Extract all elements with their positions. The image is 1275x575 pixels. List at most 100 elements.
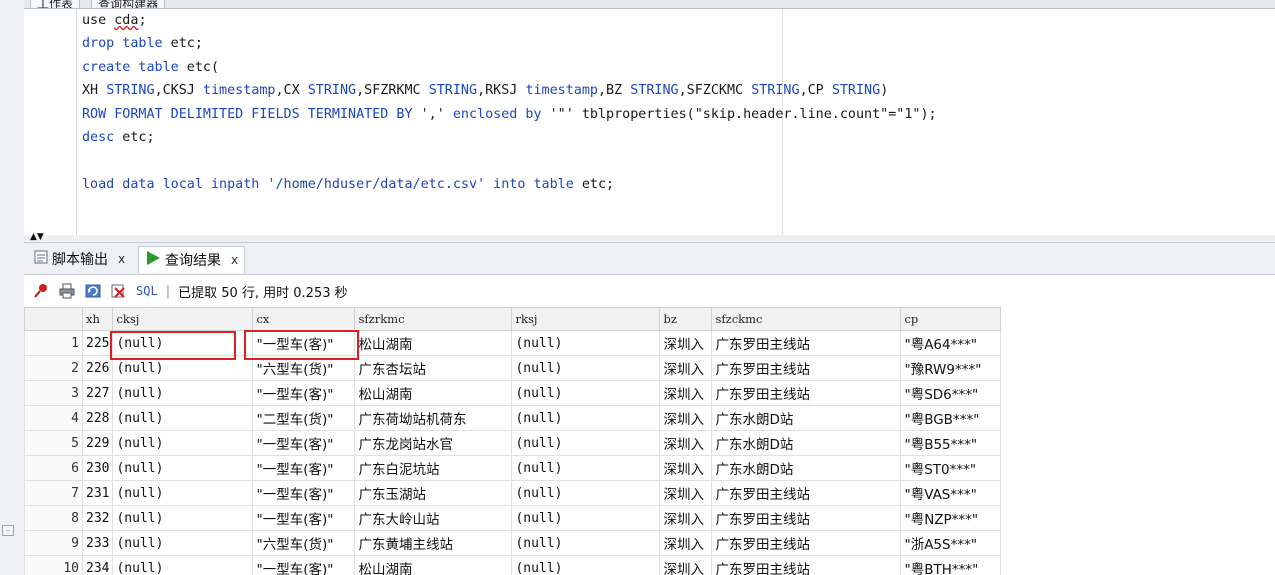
grid-cell-sfzrkmc[interactable]: 广东玉湖站: [354, 480, 513, 506]
grid-cell-cx[interactable]: "一型车(客)": [252, 455, 356, 481]
grid-cell-sfzrkmc[interactable]: 广东大岭山站: [354, 505, 513, 531]
grid-cell-sfzckmc[interactable]: 广东罗田主线站: [711, 505, 902, 531]
grid-cell-cp[interactable]: "粤NZP***": [900, 505, 1002, 531]
grid-cell-bz[interactable]: 深圳入: [659, 505, 713, 531]
export-icon[interactable]: [110, 282, 128, 300]
grid-cell-cx[interactable]: "一型车(客)": [252, 505, 356, 531]
grid-cell-cksj[interactable]: (null): [112, 505, 254, 531]
sql-code[interactable]: use cda; drop table etc; create table etc(…: [82, 9, 937, 196]
table-row[interactable]: 7 231 (null) "一型车(客)" 广东玉湖站 (null) 深圳入 广东罗田主线站 "…: [24, 480, 1002, 506]
grid-cell-cp[interactable]: "粤A64***": [900, 330, 1002, 356]
table-row[interactable]: 5 229 (null) "一型车(客)" 广东龙岗站水官 (null) 深圳入 广东水朗D站…: [24, 430, 1002, 456]
column-header-sfzckmc[interactable]: sfzckmc: [711, 307, 902, 331]
grid-cell-xh[interactable]: 226: [81, 355, 114, 381]
grid-cell-cx[interactable]: "一型车(客)": [252, 430, 356, 456]
table-row[interactable]: 8 232 (null) "一型车(客)" 广东大岭山站 (null) 深圳入 广东罗田主线站…: [24, 505, 1002, 531]
table-row[interactable]: 4 228 (null) "二型车(货)" 广东荷坳站机荷东 (null) 深圳入 广东水朗D…: [24, 405, 1002, 431]
grid-cell-cksj[interactable]: (null): [112, 455, 254, 481]
table-row[interactable]: 1 225 (null) "一型车(客)" 松山湖南 (null) 深圳入 广东罗田主线站 "粤…: [24, 330, 1002, 356]
grid-cell-rksj[interactable]: (null): [511, 555, 661, 575]
pane-splitter[interactable]: ▲▼: [24, 233, 1275, 243]
tab-worksheet[interactable]: 工作表: [30, 0, 81, 8]
grid-cell-bz[interactable]: 深圳入: [659, 380, 713, 406]
grid-cell-xh[interactable]: 225: [81, 330, 114, 356]
grid-cell-xh[interactable]: 233: [81, 530, 114, 556]
grid-cell-cx[interactable]: "一型车(客)": [252, 480, 356, 506]
grid-cell-sfzrkmc[interactable]: 松山湖南: [354, 380, 513, 406]
tab-query-builder[interactable]: 查询构建器: [91, 0, 166, 8]
grid-cell-cx[interactable]: "六型车(货)": [252, 530, 356, 556]
grid-cell-sfzrkmc[interactable]: 广东黄埔主线站: [354, 530, 513, 556]
grid-cell-bz[interactable]: 深圳入: [659, 530, 713, 556]
print-icon[interactable]: [58, 282, 76, 300]
grid-cell-sfzckmc[interactable]: 广东罗田主线站: [711, 530, 902, 556]
grid-cell-sfzckmc[interactable]: 广东罗田主线站: [711, 380, 902, 406]
grid-cell-rksj[interactable]: (null): [511, 330, 661, 356]
grid-cell-cksj[interactable]: (null): [112, 480, 254, 506]
row-number-cell[interactable]: 2: [24, 355, 83, 381]
grid-cell-cp[interactable]: "粤VAS***": [900, 480, 1002, 506]
grid-cell-rksj[interactable]: (null): [511, 530, 661, 556]
grid-cell-sfzckmc[interactable]: 广东水朗D站: [711, 455, 902, 481]
grid-cell-cp[interactable]: "粤SD6***": [900, 380, 1002, 406]
grid-cell-cp[interactable]: "粤BGB***": [900, 405, 1002, 431]
column-header-cx[interactable]: cx: [252, 307, 356, 331]
grid-cell-sfzrkmc[interactable]: 广东龙岗站水官: [354, 430, 513, 456]
grid-cell-cksj[interactable]: (null): [112, 555, 254, 575]
grid-cell-rksj[interactable]: (null): [511, 480, 661, 506]
grid-cell-bz[interactable]: 深圳入: [659, 430, 713, 456]
grid-cell-xh[interactable]: 232: [81, 505, 114, 531]
grid-cell-sfzrkmc[interactable]: 松山湖南: [354, 555, 513, 575]
grid-cell-bz[interactable]: 深圳入: [659, 405, 713, 431]
grid-cell-cx[interactable]: "一型车(客)": [252, 380, 356, 406]
row-number-cell[interactable]: 4: [24, 405, 83, 431]
grid-cell-sfzckmc[interactable]: 广东罗田主线站: [711, 555, 902, 575]
collapse-arrows-icon[interactable]: ▲▼: [30, 233, 44, 242]
grid-cell-cp[interactable]: "粤B55***": [900, 430, 1002, 456]
column-header-bz[interactable]: bz: [659, 307, 713, 331]
grid-cell-xh[interactable]: 228: [81, 405, 114, 431]
table-row[interactable]: 10 234 (null) "一型车(客)" 松山湖南 (null) 深圳入 广东罗田主线站 "…: [24, 555, 1002, 575]
grid-cell-xh[interactable]: 231: [81, 480, 114, 506]
grid-cell-cp[interactable]: "浙A5S***": [900, 530, 1002, 556]
grid-cell-sfzrkmc[interactable]: 广东白泥坑站: [354, 455, 513, 481]
tab-query-result[interactable]: 查询结果 x: [138, 246, 246, 273]
column-header-sfzrkmc[interactable]: sfzrkmc: [354, 307, 513, 331]
grid-cell-bz[interactable]: 深圳入: [659, 355, 713, 381]
grid-cell-bz[interactable]: 深圳入: [659, 455, 713, 481]
grid-cell-cp[interactable]: "豫RW9***": [900, 355, 1002, 381]
table-row[interactable]: 2 226 (null) "六型车(货)" 广东杏坛站 (null) 深圳入 广东罗田主线站 "…: [24, 355, 1002, 381]
sql-editor[interactable]: use cda; drop table etc; create table etc(…: [24, 9, 1275, 236]
grid-cell-cksj[interactable]: (null): [112, 380, 254, 406]
result-grid[interactable]: xh cksj cx sfzrkmc rksj bz sfzckmc cp 1 225 (null…: [24, 307, 1275, 575]
refresh-icon[interactable]: [84, 282, 102, 300]
row-number-cell[interactable]: 1: [24, 330, 83, 356]
table-row[interactable]: 9 233 (null) "六型车(货)" 广东黄埔主线站 (null) 深圳入 广东罗田主线…: [24, 530, 1002, 556]
grid-cell-rksj[interactable]: (null): [511, 355, 661, 381]
grid-cell-xh[interactable]: 234: [81, 555, 114, 575]
grid-cell-cksj[interactable]: (null): [112, 355, 254, 381]
row-number-cell[interactable]: 6: [24, 455, 83, 481]
grid-cell-sfzrkmc[interactable]: 松山湖南: [354, 330, 513, 356]
row-number-cell[interactable]: 7: [24, 480, 83, 506]
row-number-cell[interactable]: 9: [24, 530, 83, 556]
grid-cell-sfzckmc[interactable]: 广东罗田主线站: [711, 480, 902, 506]
grid-cell-rksj[interactable]: (null): [511, 455, 661, 481]
grid-cell-sfzckmc[interactable]: 广东水朗D站: [711, 405, 902, 431]
grid-cell-sfzckmc[interactable]: 广东罗田主线站: [711, 330, 902, 356]
table-row[interactable]: 6 230 (null) "一型车(客)" 广东白泥坑站 (null) 深圳入 广东水朗D站 "…: [24, 455, 1002, 481]
grid-cell-sfzckmc[interactable]: 广东水朗D站: [711, 430, 902, 456]
grid-cell-sfzrkmc[interactable]: 广东荷坳站机荷东: [354, 405, 513, 431]
grid-cell-bz[interactable]: 深圳入: [659, 330, 713, 356]
column-header-cksj[interactable]: cksj: [112, 307, 254, 331]
minimize-icon[interactable]: –: [2, 525, 14, 536]
grid-cell-cx[interactable]: "一型车(客)": [252, 555, 356, 575]
row-number-cell[interactable]: 10: [24, 555, 83, 575]
grid-cell-sfzrkmc[interactable]: 广东杏坛站: [354, 355, 513, 381]
grid-cell-xh[interactable]: 229: [81, 430, 114, 456]
grid-cell-cksj[interactable]: (null): [112, 530, 254, 556]
pin-icon[interactable]: [32, 282, 50, 300]
grid-cell-bz[interactable]: 深圳入: [659, 555, 713, 575]
close-icon[interactable]: x: [118, 252, 125, 266]
grid-cell-cx[interactable]: "六型车(货)": [252, 355, 356, 381]
